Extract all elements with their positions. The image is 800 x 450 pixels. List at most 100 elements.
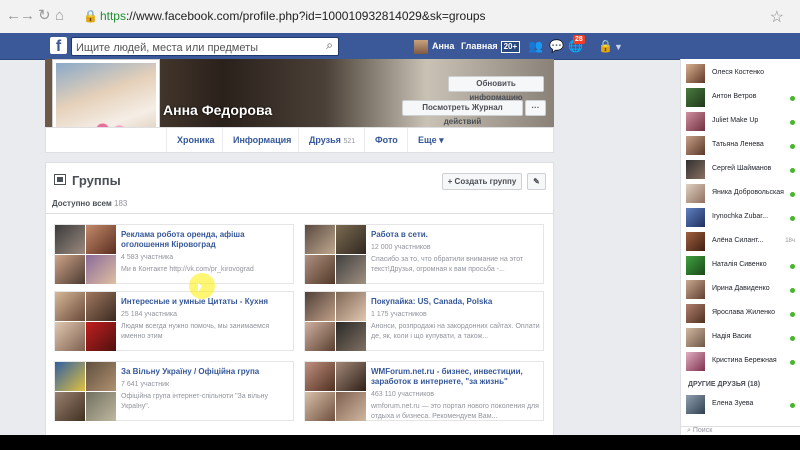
avatar: [686, 395, 705, 414]
online-status-dot: [790, 360, 795, 365]
group-title[interactable]: Работа в сети.: [371, 230, 543, 240]
chat-friend[interactable]: Irynochka Zubar...: [686, 208, 798, 230]
online-status-dot: [790, 144, 795, 149]
chat-friend[interactable]: Татьяна Ленева: [686, 136, 798, 158]
chat-friend[interactable]: Сергей Шайманов: [686, 160, 798, 182]
group-card[interactable]: За Вільну Україну / Офіційна група 7 641…: [54, 361, 294, 421]
search-box[interactable]: ⌕: [71, 37, 339, 56]
group-title[interactable]: Интересные и умные Цитаты - Кухня: [121, 297, 293, 307]
online-status-dot: [790, 168, 795, 173]
group-card[interactable]: Работа в сети. 12 000 участников Спасибо…: [304, 224, 544, 284]
group-title[interactable]: WMForum.net.ru - бизнес, инвестиции, зар…: [371, 367, 543, 387]
divider: [46, 213, 553, 214]
online-status-dot: [790, 336, 795, 341]
group-card[interactable]: WMForum.net.ru - бизнес, инвестиции, зар…: [304, 361, 544, 421]
group-card[interactable]: Реклама робота оренда, афіша оголошення …: [54, 224, 294, 284]
tab-timeline[interactable]: Хроника: [166, 128, 224, 152]
group-description: Спасибо за то, что обратили внимание на …: [371, 256, 524, 273]
home-icon[interactable]: ⌂: [55, 8, 64, 24]
chat-friend[interactable]: Надія Васик: [686, 328, 798, 350]
online-status-dot: [790, 264, 795, 269]
tab-more[interactable]: Еще ▾: [407, 128, 454, 152]
avatar: [686, 256, 705, 275]
subtab-public[interactable]: Доступно всем 183: [52, 199, 127, 208]
avatar: [686, 64, 705, 83]
avatar: [414, 39, 428, 54]
chat-friend[interactable]: Кристина Бережная: [686, 352, 798, 374]
group-card[interactable]: Интересные и умные Цитаты - Кухня 25 184…: [54, 291, 294, 351]
profile-name[interactable]: Анна Федорова: [163, 102, 272, 118]
avatar: [686, 160, 705, 179]
avatar: [686, 328, 705, 347]
chat-friend[interactable]: Ярослава Жиленко: [686, 304, 798, 326]
group-thumbnails: [305, 362, 367, 422]
avatar: [686, 304, 705, 323]
chat-friend[interactable]: Juliet Make Up: [686, 112, 798, 134]
avatar: [686, 352, 705, 371]
address-bar[interactable]: 🔒 https://www.facebook.com/profile.php?id…: [83, 7, 486, 25]
avatar: [686, 184, 705, 203]
tab-friends[interactable]: Друзья 521: [298, 128, 365, 152]
activity-log-button[interactable]: Посмотреть Журнал действий: [402, 100, 523, 126]
groups-panel: Группы + Создать группу ✎ Доступно всем …: [45, 162, 554, 435]
home-link[interactable]: Главная 20+: [461, 38, 521, 54]
profile-link[interactable]: Анна: [414, 38, 454, 54]
online-status-dot: [790, 403, 795, 408]
group-thumbnails: [305, 225, 367, 285]
avatar: [686, 88, 705, 107]
tab-photos[interactable]: Фото: [364, 128, 408, 152]
online-status-dot: [790, 96, 795, 101]
group-description: Анонси, розпродажі на закордонних сайтах…: [371, 323, 540, 340]
edit-pencil-icon[interactable]: ✎: [527, 173, 546, 190]
search-icon[interactable]: ⌕: [326, 38, 333, 53]
update-info-button[interactable]: Обновить информацию: [448, 76, 544, 102]
group-members: 25 184 участника: [121, 311, 177, 318]
group-members: 7 641 участник: [121, 381, 170, 388]
group-thumbnails: [55, 225, 117, 285]
chat-friend[interactable]: Антон Ветров: [686, 88, 798, 110]
group-members: 4 583 участника: [121, 254, 174, 261]
friend-requests-icon[interactable]: 👥: [528, 39, 543, 53]
chat-search[interactable]: ⌕ Поиск: [681, 426, 800, 435]
avatar: [686, 208, 705, 227]
forward-icon[interactable]: →: [20, 8, 35, 24]
groups-icon: [54, 174, 66, 185]
account-menu-chevron-icon[interactable]: ▼: [614, 40, 623, 54]
group-description: Офіційна група інтернет-спільноти "За ві…: [121, 393, 268, 410]
avatar: [686, 232, 705, 251]
reload-icon[interactable]: ↻: [38, 8, 51, 24]
lock-icon: 🔒: [83, 9, 98, 23]
profile-tabs: Хроника Информация Друзья 521 Фото Еще ▾: [45, 127, 554, 153]
group-members: 12 000 участников: [371, 244, 431, 251]
browser-toolbar: ← → ↻ ⌂ 🔒 https://www.facebook.com/profil…: [0, 0, 800, 34]
groups-title: Группы: [72, 173, 121, 188]
create-group-button[interactable]: + Создать группу: [442, 173, 522, 190]
messages-icon[interactable]: 💬: [549, 39, 564, 53]
group-card[interactable]: Покупайка: US, Canada, Polska 1 175 учас…: [304, 291, 544, 351]
group-title[interactable]: За Вільну Україну / Офіційна група: [121, 367, 293, 377]
facebook-logo[interactable]: f: [50, 37, 67, 55]
bookmark-star-icon[interactable]: ☆: [770, 7, 784, 27]
back-icon[interactable]: ←: [6, 8, 21, 24]
tab-about[interactable]: Информация: [222, 128, 301, 152]
last-active-time: 18ч: [785, 238, 795, 244]
search-icon: ⌕: [687, 427, 691, 434]
group-thumbnails: [305, 292, 367, 352]
group-title[interactable]: Реклама робота оренда, афіша оголошення …: [121, 230, 293, 250]
screen: ← → ↻ ⌂ 🔒 https://www.facebook.com/profil…: [0, 0, 800, 435]
avatar: [686, 280, 705, 299]
search-input[interactable]: [76, 40, 316, 56]
avatar: [686, 112, 705, 131]
chat-friend[interactable]: Наталія Сивенко: [686, 256, 798, 278]
chat-friend[interactable]: Олеся Костенко: [686, 64, 798, 86]
chat-friend[interactable]: Елена Зуева: [686, 395, 798, 417]
chat-friend[interactable]: Яника Добровольская: [686, 184, 798, 206]
chat-friend[interactable]: Ирина Давиденко: [686, 280, 798, 302]
privacy-icon[interactable]: 🔒: [598, 39, 613, 53]
group-title[interactable]: Покупайка: US, Canada, Polska: [371, 297, 543, 307]
group-thumbnails: [55, 292, 117, 352]
more-options-button[interactable]: ···: [525, 100, 546, 116]
cursor-highlight: [189, 273, 215, 299]
notifications-count-badge: 28: [573, 35, 585, 44]
chat-friend[interactable]: Алёна Силант... 18ч: [686, 232, 798, 254]
